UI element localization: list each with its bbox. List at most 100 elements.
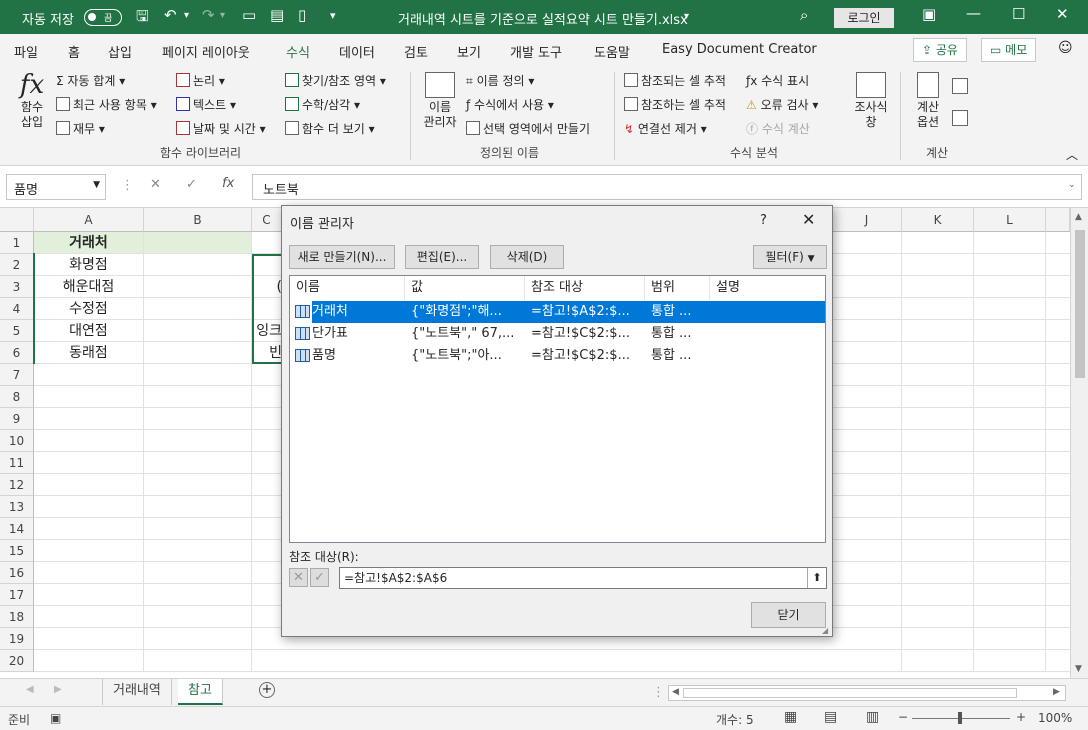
cell-a6[interactable]: 동래점 bbox=[34, 342, 144, 364]
tab-developer[interactable]: 개발 도구 bbox=[510, 42, 562, 61]
prev-sheet-icon[interactable]: ◀ bbox=[26, 684, 34, 695]
tab-split-handle[interactable]: ⋮ bbox=[652, 685, 665, 700]
formula-input[interactable]: 노트북 bbox=[252, 174, 1082, 200]
form-icon[interactable]: ▭ bbox=[242, 6, 256, 24]
tab-data[interactable]: 데이터 bbox=[339, 42, 375, 61]
row-header[interactable]: 19 bbox=[0, 628, 34, 650]
calculate-now-icon[interactable] bbox=[952, 78, 968, 94]
create-from-selection-button[interactable]: 선택 영역에서 만들기 bbox=[466, 120, 590, 137]
col-header-b[interactable]: B bbox=[144, 208, 252, 232]
scroll-down-icon[interactable]: ▼ bbox=[1075, 664, 1082, 674]
zoom-thumb[interactable] bbox=[958, 712, 962, 724]
row-header[interactable]: 15 bbox=[0, 540, 34, 562]
memo-button[interactable]: ▭ 메모 bbox=[981, 38, 1037, 62]
undo-icon[interactable]: ↶ bbox=[164, 6, 177, 24]
remove-arrows-button[interactable]: ↯ 연결선 제거 ▾ bbox=[624, 120, 707, 137]
col-scope[interactable]: 범위 bbox=[645, 276, 710, 300]
col-header-a[interactable]: A bbox=[34, 208, 144, 232]
row-header[interactable]: 5 bbox=[0, 320, 34, 342]
vertical-scrollbar[interactable]: ▲ ▼ bbox=[1070, 208, 1088, 678]
help-icon[interactable]: ? bbox=[760, 213, 767, 228]
new-name-button[interactable]: 새로 만들기(N)... bbox=[289, 245, 395, 269]
list-item[interactable]: 품명 {"노트북";"아... =참고!$C$2:$... 통합 ... bbox=[290, 345, 825, 367]
confirm-edit-icon[interactable]: ✓ bbox=[310, 568, 329, 587]
col-name[interactable]: 이름 bbox=[290, 276, 405, 300]
text-button[interactable]: 텍스트 ▾ bbox=[176, 96, 236, 113]
zoom-in-icon[interactable]: + bbox=[1016, 710, 1026, 724]
edit-name-button[interactable]: 편집(E)... bbox=[405, 245, 479, 269]
more-functions-button[interactable]: 함수 더 보기 ▾ bbox=[285, 120, 375, 137]
cell-a3[interactable]: 해운대점 bbox=[34, 276, 144, 298]
dialog-close-icon[interactable]: ✕ bbox=[802, 210, 815, 229]
calc-options-button[interactable]: 계산 옵션 bbox=[908, 72, 948, 130]
filter-button[interactable]: 필터(F) ▼ bbox=[753, 245, 827, 269]
redo-dropdown-icon[interactable]: ▾ bbox=[220, 10, 225, 21]
tab-file[interactable]: 파일 bbox=[14, 42, 38, 61]
redo-icon[interactable]: ↷ bbox=[202, 6, 215, 24]
row-header[interactable]: 10 bbox=[0, 430, 34, 452]
row-header[interactable]: 7 bbox=[0, 364, 34, 386]
delete-name-button[interactable]: 삭제(D) bbox=[490, 245, 564, 269]
row-header[interactable]: 14 bbox=[0, 518, 34, 540]
minimize-icon[interactable]: — bbox=[966, 4, 981, 22]
tab-help[interactable]: 도움말 bbox=[594, 42, 630, 61]
search-icon[interactable]: ⌕ bbox=[800, 6, 808, 24]
row-header[interactable]: 13 bbox=[0, 496, 34, 518]
name-manager-button[interactable]: 이름 관리자 bbox=[420, 72, 460, 130]
tab-review[interactable]: 검토 bbox=[404, 42, 428, 61]
select-all-corner[interactable] bbox=[0, 208, 34, 232]
macro-record-icon[interactable]: ▣ bbox=[50, 711, 61, 725]
col-comment[interactable]: 설명 bbox=[710, 276, 825, 300]
cell-a5[interactable]: 대연점 bbox=[34, 320, 144, 342]
insert-function-icon[interactable]: fx bbox=[222, 176, 234, 191]
row-header[interactable]: 2 bbox=[0, 254, 34, 276]
page-break-view-icon[interactable]: ▥ bbox=[866, 709, 879, 725]
new-doc-icon[interactable]: ▯ bbox=[298, 6, 306, 24]
scroll-left-icon[interactable]: ◀ bbox=[672, 687, 679, 697]
row-header[interactable]: 20 bbox=[0, 650, 34, 672]
financial-button[interactable]: 재무 ▾ bbox=[56, 120, 105, 137]
watch-window-button[interactable]: 조사식 창 bbox=[850, 72, 892, 130]
name-box[interactable]: 품명 ▼ bbox=[6, 174, 106, 200]
insert-function-button[interactable]: fx 함수 삽입 bbox=[18, 70, 46, 130]
sheet-tab-transactions[interactable]: 거래내역 bbox=[102, 679, 172, 705]
add-sheet-icon[interactable]: + bbox=[259, 682, 275, 698]
row-header[interactable]: 12 bbox=[0, 474, 34, 496]
datetime-button[interactable]: 날짜 및 시간 ▾ bbox=[176, 120, 266, 137]
row-header[interactable]: 4 bbox=[0, 298, 34, 320]
logical-button[interactable]: 논리 ▾ bbox=[176, 72, 225, 89]
zoom-level[interactable]: 100% bbox=[1038, 711, 1072, 725]
tab-view[interactable]: 보기 bbox=[457, 42, 481, 61]
close-button[interactable]: 닫기 bbox=[751, 602, 826, 628]
row-header[interactable]: 18 bbox=[0, 606, 34, 628]
h-scroll-thumb[interactable] bbox=[683, 688, 1017, 698]
scroll-up-icon[interactable]: ▲ bbox=[1075, 212, 1082, 222]
cancel-edit-icon[interactable]: ✕ bbox=[289, 568, 308, 587]
collapse-dialog-icon[interactable]: ⬆ bbox=[807, 568, 826, 588]
trace-precedents-button[interactable]: 참조되는 셀 추적 bbox=[624, 72, 726, 89]
list-item[interactable]: 단가표 {"노트북"," 67,... =참고!$C$2:$... 통합 ... bbox=[290, 323, 825, 345]
tab-page-layout[interactable]: 페이지 레이아웃 bbox=[162, 42, 250, 61]
recent-functions-button[interactable]: 최근 사용 항목 ▾ bbox=[56, 96, 157, 113]
autosave-toggle[interactable]: 끔 bbox=[84, 9, 122, 26]
evaluate-formula-button[interactable]: ⓕ 수식 계산 bbox=[746, 120, 810, 137]
resize-grip-icon[interactable]: ◢ bbox=[822, 626, 828, 635]
col-header-c[interactable]: C bbox=[252, 208, 282, 232]
cell-c6[interactable]: 빈 bbox=[254, 342, 282, 364]
col-refers-to[interactable]: 참조 대상 bbox=[525, 276, 645, 300]
cell-c5[interactable]: 잉크 bbox=[254, 320, 282, 342]
trace-dependents-button[interactable]: 참조하는 셀 추적 bbox=[624, 96, 726, 113]
undo-dropdown-icon[interactable]: ▾ bbox=[184, 10, 189, 21]
tab-formulas[interactable]: 수식 bbox=[286, 42, 310, 69]
cell-c3[interactable]: ( bbox=[254, 276, 282, 298]
autosum-button[interactable]: Σ 자동 합계 ▾ bbox=[56, 72, 125, 89]
col-header-k[interactable]: K bbox=[902, 208, 974, 232]
refers-to-input[interactable]: =참고!$A$2:$A$6 bbox=[339, 567, 827, 589]
list-item[interactable]: 거래처 {"화명점";"해... =참고!$A$2:$... 통합 ... bbox=[312, 301, 825, 323]
row-header[interactable]: 9 bbox=[0, 408, 34, 430]
tab-easy-document-creator[interactable]: Easy Document Creator bbox=[662, 42, 817, 57]
col-value[interactable]: 값 bbox=[405, 276, 525, 300]
horizontal-scrollbar[interactable]: ◀ ▶ bbox=[668, 685, 1066, 701]
row-header[interactable]: 1 bbox=[0, 232, 34, 254]
zoom-out-icon[interactable]: − bbox=[898, 710, 908, 724]
